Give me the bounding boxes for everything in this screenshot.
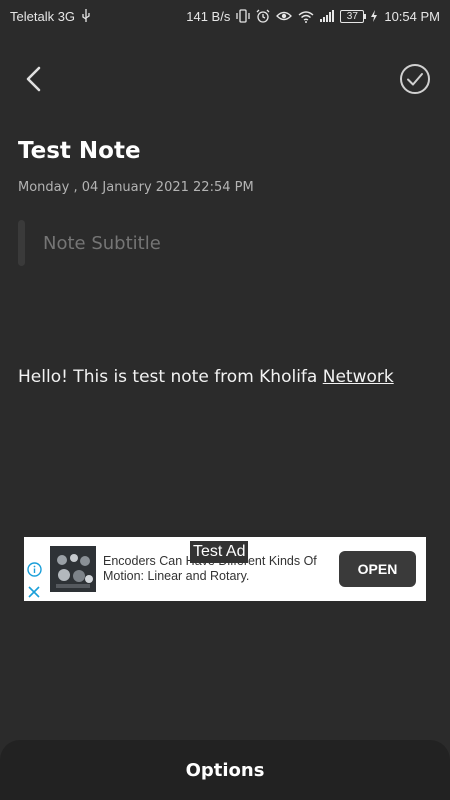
usb-icon	[81, 9, 91, 23]
charging-icon	[370, 10, 378, 22]
note-subtitle-input[interactable]	[43, 232, 413, 254]
info-icon[interactable]	[27, 562, 42, 581]
eye-icon	[276, 10, 293, 22]
subtitle-indicator	[18, 220, 25, 266]
alarm-icon	[256, 9, 270, 23]
note-subtitle-block	[18, 220, 432, 266]
status-bar: Teletalk 3G 141 B/s 37 10:54 PM	[0, 0, 450, 32]
test-ad-label: Test Ad	[190, 541, 249, 563]
carrier-label: Teletalk 3G	[10, 8, 76, 24]
signal-icon	[320, 10, 335, 22]
check-circle-icon	[399, 63, 431, 99]
ad-controls	[24, 537, 46, 601]
options-button[interactable]: Options	[0, 740, 450, 800]
options-label: Options	[185, 759, 265, 781]
ad-open-button[interactable]: OPEN	[339, 551, 416, 587]
note-datetime: Monday , 04 January 2021 22:54 PM	[18, 180, 254, 195]
back-button[interactable]	[16, 62, 52, 100]
chevron-left-icon	[24, 66, 44, 96]
ad-image	[50, 546, 96, 592]
note-title[interactable]: Test Note	[18, 138, 432, 164]
clock: 10:54 PM	[384, 8, 440, 24]
note-body[interactable]: Hello! This is test note from Kholifa Ne…	[18, 367, 432, 387]
save-note-button[interactable]	[398, 64, 432, 98]
wifi-icon	[298, 10, 314, 23]
note-body-link[interactable]: Network	[323, 367, 394, 387]
close-icon[interactable]	[28, 583, 40, 602]
network-speed: 141 B/s	[186, 8, 231, 24]
battery-indicator: 37	[340, 9, 367, 23]
note-body-text: Hello! This is test note from Kholifa	[18, 367, 323, 387]
vibrate-icon	[236, 9, 250, 23]
